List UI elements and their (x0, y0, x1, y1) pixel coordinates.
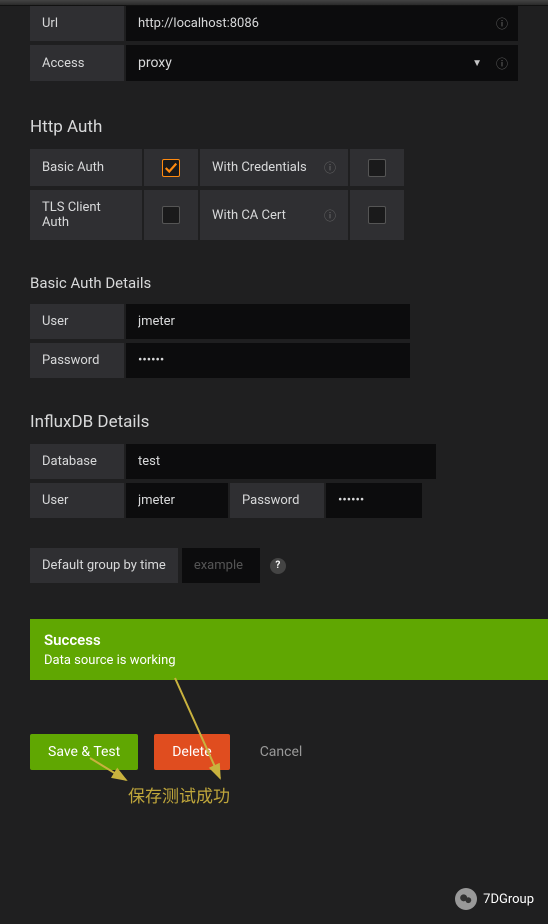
with-ca-cert-checkbox[interactable] (368, 206, 386, 224)
footer-watermark: 7DGroup (455, 888, 534, 910)
delete-button[interactable]: Delete (154, 734, 229, 770)
with-credentials-label: With Credentials (212, 160, 307, 175)
check-icon (164, 161, 178, 175)
basic-auth-label: Basic Auth (30, 149, 142, 186)
basic-password-label: Password (30, 343, 124, 378)
influx-database-input[interactable] (126, 444, 436, 479)
basic-auth-details-title: Basic Auth Details (30, 274, 518, 292)
influx-password-label: Password (230, 483, 324, 518)
success-alert: Success Data source is working (30, 619, 548, 680)
info-icon[interactable]: ⓘ (496, 55, 508, 72)
wechat-icon (455, 888, 477, 910)
info-icon[interactable]: ⓘ (496, 15, 508, 32)
influxdb-title: InfluxDB Details (30, 412, 518, 432)
tls-client-auth-label: TLS Client Auth (30, 190, 142, 240)
help-icon[interactable]: ? (270, 558, 286, 574)
basic-user-label: User (30, 304, 124, 339)
http-auth-title: Http Auth (30, 117, 518, 137)
influx-user-input[interactable] (126, 483, 228, 518)
group-by-label: Default group by time (30, 548, 178, 583)
chevron-down-icon: ▼ (472, 58, 482, 69)
influx-user-label: User (30, 483, 124, 518)
save-test-button[interactable]: Save & Test (30, 734, 138, 770)
influx-database-label: Database (30, 444, 124, 479)
access-value: proxy (126, 45, 472, 81)
footer-label: 7DGroup (483, 892, 534, 907)
cancel-button[interactable]: Cancel (246, 734, 317, 770)
influx-password-input[interactable] (326, 483, 422, 518)
group-by-input[interactable] (182, 548, 260, 583)
annotation-text: 保存测试成功 (128, 782, 230, 807)
basic-password-input[interactable] (126, 343, 410, 378)
basic-user-input[interactable] (126, 304, 410, 339)
url-label: Url (30, 6, 124, 41)
with-credentials-checkbox[interactable] (368, 159, 386, 177)
alert-title: Success (44, 631, 534, 649)
url-input[interactable] (126, 6, 496, 41)
basic-auth-checkbox[interactable] (162, 159, 180, 177)
access-select[interactable]: proxy ▼ ⓘ (126, 45, 518, 81)
access-label: Access (30, 45, 124, 81)
http-settings-section: Url ⓘ Access proxy ▼ ⓘ (30, 6, 518, 81)
info-icon[interactable]: ⓘ (324, 159, 336, 176)
info-icon[interactable]: ⓘ (324, 207, 336, 224)
alert-message: Data source is working (44, 653, 534, 668)
tls-client-auth-checkbox[interactable] (162, 206, 180, 224)
with-ca-cert-label: With CA Cert (212, 208, 286, 223)
